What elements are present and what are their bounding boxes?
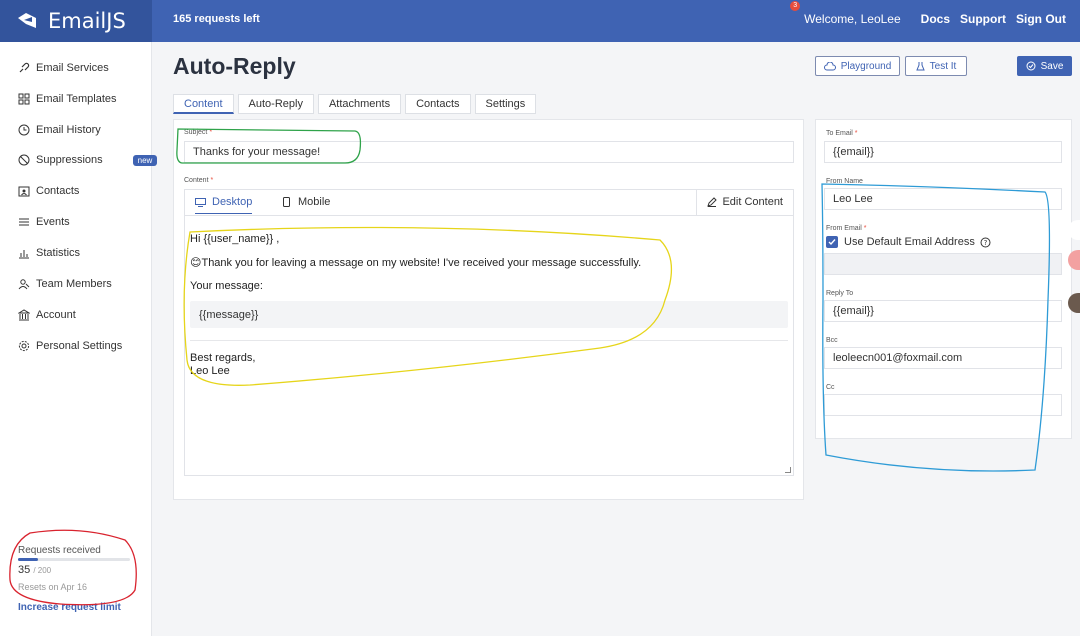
sidebar-item-account[interactable]: Account bbox=[17, 309, 76, 321]
sidebar-item-statistics[interactable]: Statistics bbox=[18, 247, 80, 259]
contacts-icon bbox=[18, 185, 30, 197]
block-icon bbox=[18, 154, 30, 166]
desktop-icon bbox=[195, 197, 206, 207]
regards-line: Best regards, bbox=[190, 352, 256, 364]
resize-handle[interactable] bbox=[785, 467, 791, 473]
usage-title: Requests received bbox=[18, 545, 101, 556]
content-editor[interactable]: Desktop Mobile Edit Content Hi {{user_na… bbox=[184, 189, 794, 476]
page-title: Auto-Reply bbox=[173, 53, 296, 79]
reply-to-input[interactable]: {{email}} bbox=[824, 300, 1062, 322]
support-link[interactable]: Support bbox=[960, 12, 1006, 26]
your-message-label: Your message: bbox=[190, 280, 263, 292]
top-bar: EmailJS 165 requests left 3 Welcome, Leo… bbox=[0, 0, 1080, 42]
use-default-email-checkbox[interactable]: Use Default Email Address ? bbox=[826, 236, 991, 248]
to-email-label: To Email * bbox=[826, 130, 858, 137]
sidebar-item-email-history[interactable]: Email History bbox=[18, 124, 101, 136]
increase-limit-link[interactable]: Increase request limit bbox=[18, 602, 121, 613]
editor-tab-bar: Desktop Mobile Edit Content bbox=[185, 190, 793, 216]
bank-icon bbox=[17, 309, 31, 321]
thanks-line: 😊Thank you for leaving a message on my w… bbox=[190, 257, 642, 269]
tab-settings[interactable]: Settings bbox=[474, 94, 537, 114]
pencil-icon bbox=[707, 197, 718, 207]
from-email-label: From Email * bbox=[826, 225, 867, 232]
docs-link[interactable]: Docs bbox=[921, 12, 950, 26]
svg-text:?: ? bbox=[983, 239, 987, 247]
history-icon bbox=[18, 124, 30, 136]
sidebar-item-events[interactable]: Events bbox=[18, 216, 70, 228]
content-panel: Subject * Thanks for your message! Conte… bbox=[173, 119, 804, 500]
editor-tab-mobile[interactable]: Mobile bbox=[283, 196, 330, 208]
sidebar-item-contacts[interactable]: Contacts bbox=[18, 185, 79, 197]
sidebar-item-team-members[interactable]: Team Members bbox=[18, 278, 112, 290]
to-email-input[interactable]: {{email}} bbox=[824, 141, 1062, 163]
check-circle-icon bbox=[1026, 61, 1036, 71]
cc-input[interactable] bbox=[824, 394, 1062, 416]
usage-count: 35 / 200 bbox=[18, 564, 52, 576]
playground-button[interactable]: Playground bbox=[815, 56, 900, 76]
editor-tab-desktop[interactable]: Desktop bbox=[195, 196, 253, 214]
template-grid-icon bbox=[18, 93, 30, 105]
subject-label: Subject * bbox=[184, 129, 213, 136]
content-label: Content * bbox=[184, 177, 214, 184]
sidebar-item-email-services[interactable]: Email Services bbox=[18, 62, 109, 74]
link-icon bbox=[18, 62, 30, 74]
signature-line: Leo Lee bbox=[190, 365, 230, 377]
sidebar-item-suppressions[interactable]: Suppressions new bbox=[18, 154, 158, 166]
tab-auto-reply[interactable]: Auto-Reply bbox=[237, 94, 314, 114]
cc-label: Cc bbox=[826, 384, 835, 391]
reply-to-label: Reply To bbox=[826, 290, 854, 297]
usage-progress-bar bbox=[18, 558, 130, 561]
edit-content-button[interactable]: Edit Content bbox=[707, 196, 783, 208]
sidebar: Email Services Email Templates Email His… bbox=[0, 42, 158, 636]
logo-text: EmailJS bbox=[48, 9, 126, 33]
sidebar-item-personal-settings[interactable]: Personal Settings bbox=[18, 340, 122, 352]
greeting-line: Hi {{user_name}} , bbox=[190, 233, 280, 245]
team-icon bbox=[18, 278, 30, 290]
sign-out-link[interactable]: Sign Out bbox=[1016, 12, 1066, 26]
from-email-input bbox=[824, 253, 1062, 275]
tab-bar: Content Auto-Reply Attachments Contacts … bbox=[173, 94, 540, 114]
bcc-input[interactable]: leoleecn001@foxmail.com bbox=[824, 347, 1062, 369]
requests-left: 165 requests left bbox=[173, 13, 260, 25]
list-icon bbox=[18, 216, 30, 228]
tab-attachments[interactable]: Attachments bbox=[317, 94, 402, 114]
gear-icon bbox=[18, 340, 30, 352]
from-name-label: From Name bbox=[826, 178, 863, 185]
save-button[interactable]: Save bbox=[1017, 56, 1072, 76]
help-icon: ? bbox=[980, 237, 991, 247]
smile-emoji-icon: 😊 bbox=[190, 257, 202, 269]
subject-input[interactable]: Thanks for your message! bbox=[184, 141, 794, 163]
message-quote: {{message}} bbox=[190, 301, 788, 328]
test-it-button[interactable]: Test It bbox=[905, 56, 967, 76]
logo[interactable]: EmailJS bbox=[0, 0, 152, 42]
chart-icon bbox=[18, 247, 30, 259]
notification-badge[interactable]: 3 bbox=[790, 1, 801, 11]
bcc-label: Bcc bbox=[826, 337, 838, 344]
sidebar-item-email-templates[interactable]: Email Templates bbox=[18, 93, 117, 105]
from-name-input[interactable]: Leo Lee bbox=[824, 188, 1062, 210]
emailjs-logo-icon bbox=[16, 12, 38, 30]
email-settings-panel: To Email * {{email}} From Name Leo Lee F… bbox=[815, 119, 1072, 439]
checkbox-checked-icon[interactable] bbox=[826, 236, 838, 248]
mobile-icon bbox=[283, 197, 290, 207]
usage-progress-fill bbox=[18, 558, 38, 561]
new-badge: new bbox=[132, 154, 158, 166]
cloud-icon bbox=[823, 61, 836, 70]
flask-icon bbox=[915, 62, 925, 71]
usage-reset-date: Resets on Apr 16 bbox=[18, 582, 88, 592]
tab-content[interactable]: Content bbox=[173, 94, 234, 114]
tab-contacts[interactable]: Contacts bbox=[405, 94, 471, 114]
welcome-text: 3 Welcome, LeoLee bbox=[790, 1, 901, 26]
